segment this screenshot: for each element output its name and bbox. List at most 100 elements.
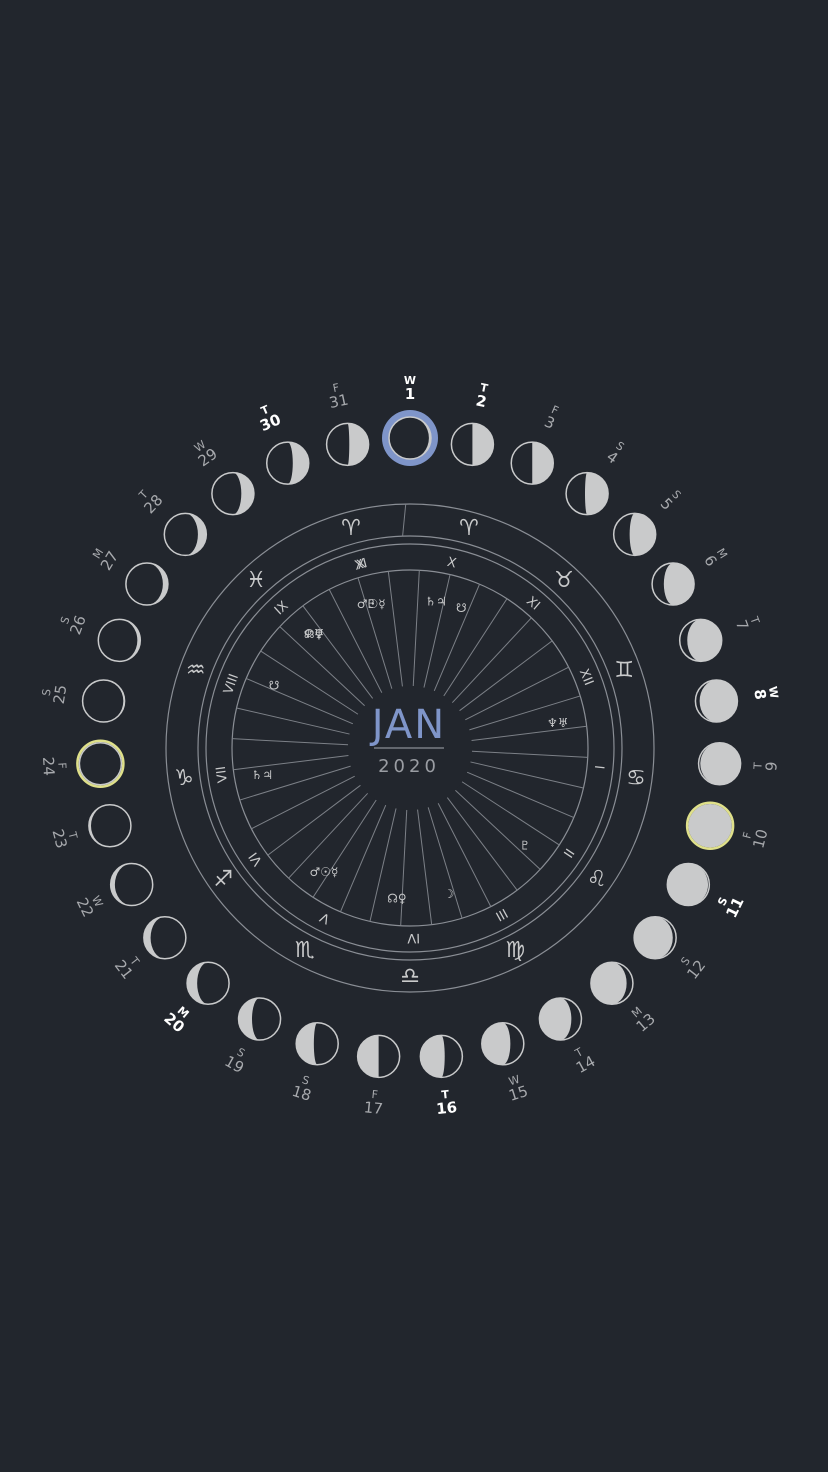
house-spoke — [417, 809, 433, 925]
moon-day-2: T2 — [450, 381, 495, 467]
year-label: 2020 — [378, 756, 440, 777]
moon-day-27: M27 — [90, 546, 169, 606]
zodiac-sign: ♑ — [174, 766, 194, 791]
moon-lit — [700, 742, 741, 785]
zodiac-sign: ♋ — [626, 766, 646, 791]
day-number: 19 — [222, 1052, 247, 1077]
house-spoke — [471, 725, 587, 741]
house-numeral: X — [446, 555, 458, 572]
planet-glyph-group: ♇ — [520, 838, 531, 852]
moon-day-13: M13 — [590, 961, 659, 1036]
moon-day-8: W8 — [694, 679, 781, 723]
zodiac-sign: ♈ — [341, 516, 361, 541]
zodiac-sign: ♒ — [186, 658, 206, 683]
moon-day-25: S25 — [40, 679, 126, 723]
house-numeral: IV — [407, 930, 420, 945]
lunar-calendar-wheel: ♈♉♊♋♌♍♎♏♐♑♒♓♈ XI XXIXIIIIIIIIIVVVIVIIVIII… — [39, 374, 781, 1118]
moon-day-4: S4 — [565, 439, 627, 516]
day-number: 6 — [700, 552, 720, 570]
zodiac-sign: ♉ — [554, 568, 574, 593]
moon-day-29: W29 — [192, 438, 255, 516]
moon-day-12: S12 — [633, 916, 709, 983]
moon-day-15: W15 — [481, 1022, 530, 1105]
planet-glyph-group: ♂☉☿ — [310, 865, 339, 879]
planet-glyph-group: ☊♀ — [387, 891, 406, 905]
house-numeral: XI — [523, 594, 542, 614]
day-number: 3 — [542, 413, 558, 433]
house-spoke — [451, 617, 532, 703]
zodiac-sign: ♓ — [246, 568, 266, 593]
house-numeral: V — [318, 909, 333, 926]
day-number: 10 — [749, 827, 771, 850]
moon-day-19: S19 — [222, 997, 282, 1077]
house-spoke — [465, 666, 569, 721]
moon-day-7: T7 — [678, 614, 762, 663]
moon-day-14: T14 — [538, 997, 598, 1077]
house-spoke — [423, 574, 451, 688]
planet-glyph-group: ♄♃ — [425, 594, 447, 608]
house-spoke — [412, 570, 420, 687]
day-number: 1 — [405, 385, 415, 403]
moon-day-18: S18 — [290, 1022, 339, 1105]
moon-lit — [689, 804, 732, 847]
moon-day-30: T30 — [257, 403, 310, 485]
moon-day-9: T9 — [697, 741, 781, 786]
day-number: 17 — [363, 1098, 384, 1118]
moon-lit — [667, 863, 709, 906]
house-spoke — [446, 797, 518, 891]
house-numeral: VII — [214, 765, 231, 783]
moon-day-5: S5 — [612, 488, 683, 557]
moon-day-28: T28 — [136, 488, 208, 557]
house-spoke — [387, 571, 403, 687]
moon-day-21: T21 — [111, 916, 187, 983]
moon-day-10: F10 — [685, 801, 772, 850]
day-number: 7 — [732, 617, 752, 632]
zodiac-sign: ♐ — [213, 867, 233, 892]
moon-lit — [629, 513, 656, 556]
moon-lit — [532, 442, 554, 485]
zodiac-sign: ♍ — [505, 938, 525, 963]
house-numeral: XII — [576, 667, 596, 688]
day-number: 8 — [750, 688, 769, 701]
house-spoke — [400, 809, 408, 926]
moon-lit — [481, 1022, 511, 1065]
house-spoke — [459, 640, 553, 712]
zodiac-sign: ♈ — [459, 516, 479, 541]
moon-lit — [584, 472, 609, 515]
moon-lit — [420, 1035, 445, 1078]
moon-day-17: F17 — [356, 1034, 401, 1118]
moon-disc — [78, 741, 123, 786]
day-number: 24 — [39, 756, 58, 776]
house-spoke — [470, 761, 584, 789]
zodiac-sign: ♏ — [295, 938, 315, 963]
moon-day-26: S26 — [58, 613, 142, 663]
house-spoke — [251, 775, 355, 830]
moon-lit — [347, 423, 369, 466]
moon-day-11: S11 — [666, 862, 748, 921]
calendar-center: JAN 2020 — [369, 702, 446, 777]
planet-glyph-group: ♆♅ — [303, 627, 325, 641]
planet-glyph-group: ♆♅ — [547, 716, 569, 730]
house-spoke — [232, 738, 349, 746]
house-numeral: I — [591, 764, 606, 769]
moon-lit — [539, 998, 572, 1041]
house-spoke — [267, 784, 361, 856]
house-spoke — [455, 789, 541, 870]
house-numeral: VIII — [221, 672, 242, 696]
day-number: 11 — [722, 894, 747, 921]
planet-glyph-group: ♇ — [366, 597, 377, 611]
day-number: 4 — [603, 447, 621, 467]
planet-glyph-group: ♄♃ — [252, 768, 274, 782]
house-numeral: III — [493, 905, 510, 924]
day-number: 26 — [66, 613, 90, 637]
day-number: 23 — [48, 827, 70, 850]
moon-day-1: W1 — [382, 374, 438, 466]
moon-lit — [472, 423, 494, 466]
month-label: JAN — [369, 702, 446, 748]
house-numeral: VI — [246, 849, 266, 868]
house-spoke — [236, 707, 350, 735]
day-number: 2 — [474, 391, 488, 411]
moon-day-20: M20 — [160, 961, 230, 1036]
moon-lit — [663, 563, 695, 606]
day-number: 30 — [257, 410, 283, 435]
